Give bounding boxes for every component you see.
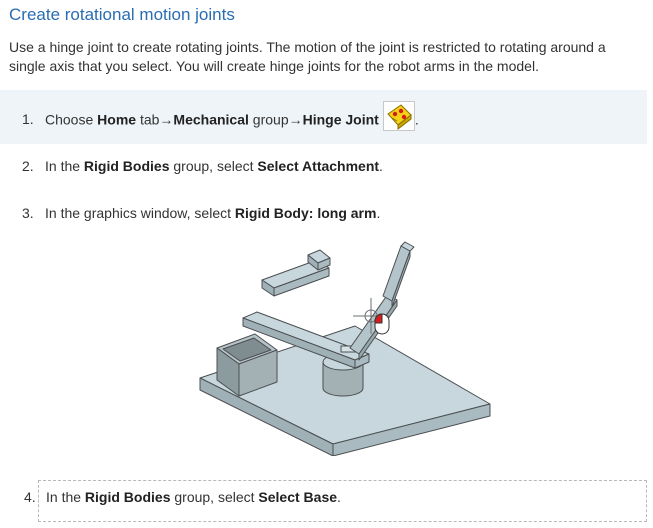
- step-4: 4. In the Rigid Bodies group, select Sel…: [24, 480, 647, 522]
- step-2: 2. In the Rigid Bodies group, select Sel…: [0, 158, 647, 178]
- step-number: 2.: [22, 158, 34, 174]
- step-text: In the graphics window, select Rigid Bod…: [45, 205, 381, 221]
- step-text: Choose Home tab→Mechanical group→Hinge J…: [45, 101, 419, 131]
- page-title: Create rotational motion joints: [9, 5, 235, 24]
- home-tab-label: Home: [97, 111, 137, 128]
- detached-arm: [261, 249, 331, 297]
- rigid-body-long-arm-label: Rigid Body: long arm: [234, 205, 377, 221]
- rigid-bodies-label: Rigid Bodies: [84, 489, 171, 505]
- mechanical-group-label: Mechanical: [173, 111, 249, 128]
- hinge-joint-label: Hinge Joint: [302, 111, 379, 128]
- hinge-joint-icon: [382, 101, 415, 131]
- step-number: 3.: [22, 205, 34, 221]
- step-3: 3. In the graphics window, select Rigid …: [0, 205, 647, 225]
- step-1: 1. Choose Home tab→Mechanical group→Hing…: [0, 90, 647, 144]
- mouse-cursor-icon: [374, 313, 390, 335]
- arrow-icon: →: [159, 111, 174, 128]
- arrow-icon: →: [288, 111, 303, 128]
- select-base-label: Select Base: [258, 489, 338, 505]
- intro-paragraph: Use a hinge joint to create rotating joi…: [9, 39, 606, 74]
- step-text: In the Rigid Bodies group, select Select…: [46, 489, 341, 505]
- step-number: 1.: [22, 111, 34, 127]
- step-number: 4.: [24, 489, 36, 505]
- robot-arm-figure: [195, 238, 495, 461]
- rigid-bodies-label: Rigid Bodies: [83, 158, 170, 174]
- step-text: In the Rigid Bodies group, select Select…: [45, 158, 383, 174]
- select-attachment-label: Select Attachment: [257, 158, 380, 174]
